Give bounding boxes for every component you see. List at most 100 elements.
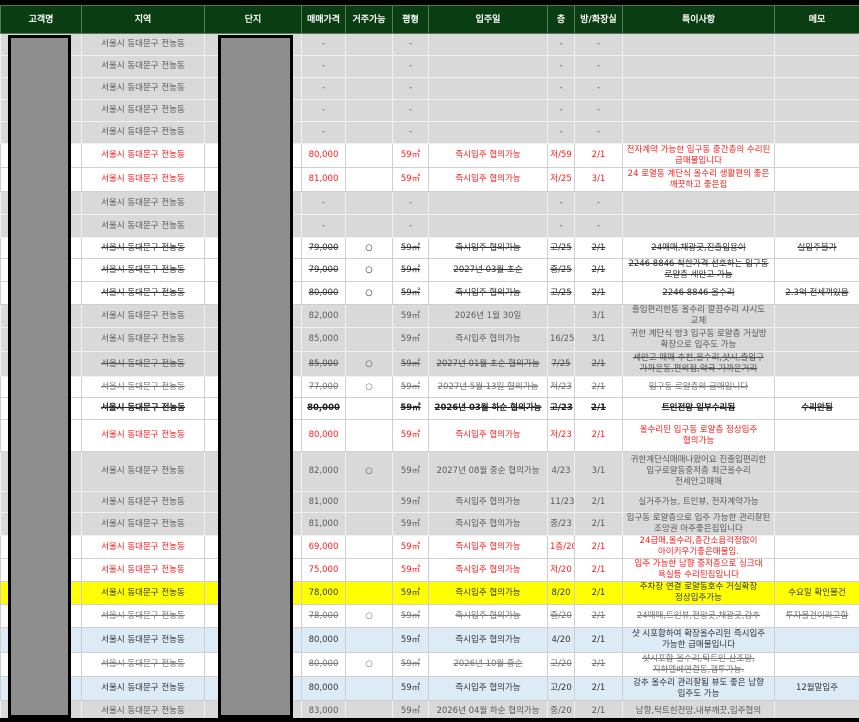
region-cell[interactable]: 서울시 동대문구 전농동 bbox=[81, 237, 205, 259]
price-cell[interactable]: 80,000 bbox=[301, 281, 346, 305]
livable-cell[interactable]: ○ bbox=[345, 604, 393, 628]
rooms-cell[interactable]: 2/1 bbox=[574, 258, 623, 282]
size-cell[interactable]: 59㎡ bbox=[392, 327, 429, 352]
livable-cell[interactable] bbox=[345, 491, 393, 513]
livable-cell[interactable]: ○ bbox=[345, 351, 393, 377]
price-cell[interactable]: 69,000 bbox=[301, 535, 346, 559]
memo-cell[interactable] bbox=[774, 535, 859, 559]
rooms-cell[interactable]: 2/1 bbox=[574, 491, 623, 513]
rooms-cell[interactable]: 2/1 bbox=[574, 351, 623, 377]
price-cell[interactable]: 81,000 bbox=[301, 491, 346, 513]
price-cell[interactable]: - bbox=[301, 121, 346, 144]
memo-cell[interactable] bbox=[774, 77, 859, 100]
rooms-cell[interactable]: 2/1 bbox=[574, 397, 623, 420]
region-cell[interactable]: 서울시 동대문구 전농동 bbox=[81, 652, 205, 677]
region-cell[interactable]: 서울시 동대문구 전농동 bbox=[81, 512, 205, 536]
price-cell[interactable]: 83,000 bbox=[301, 700, 346, 718]
floor-cell[interactable]: 저/59 bbox=[547, 143, 575, 168]
region-cell[interactable]: 서울시 동대문구 전농동 bbox=[81, 376, 205, 398]
floor-cell[interactable]: 11/23 bbox=[547, 491, 575, 513]
header-region[interactable]: 지역 bbox=[81, 5, 205, 34]
movein-cell[interactable] bbox=[428, 99, 548, 122]
livable-cell[interactable] bbox=[345, 419, 393, 452]
header-price[interactable]: 매매가격 bbox=[301, 5, 346, 34]
memo-cell[interactable] bbox=[774, 143, 859, 168]
price-cell[interactable]: - bbox=[301, 191, 346, 215]
floor-cell[interactable]: 고/25 bbox=[547, 237, 575, 259]
region-cell[interactable]: 서울시 동대문구 전농동 bbox=[81, 167, 205, 192]
size-cell[interactable]: 59㎡ bbox=[392, 558, 429, 582]
size-cell[interactable]: 59㎡ bbox=[392, 397, 429, 420]
livable-cell[interactable] bbox=[345, 143, 393, 168]
region-cell[interactable]: 서울시 동대문구 전농동 bbox=[81, 121, 205, 144]
floor-cell[interactable]: 고/20 bbox=[547, 652, 575, 677]
rooms-cell[interactable]: 2/1 bbox=[574, 535, 623, 559]
size-cell[interactable]: - bbox=[392, 191, 429, 215]
price-cell[interactable]: 85,000 bbox=[301, 327, 346, 352]
price-cell[interactable]: 85,000 bbox=[301, 351, 346, 377]
region-cell[interactable]: 서울시 동대문구 전농동 bbox=[81, 451, 205, 492]
size-cell[interactable]: - bbox=[392, 55, 429, 78]
notes-cell[interactable] bbox=[622, 33, 775, 56]
livable-cell[interactable] bbox=[345, 191, 393, 215]
floor-cell[interactable]: 중/20 bbox=[547, 604, 575, 628]
rooms-cell[interactable]: 2/1 bbox=[574, 281, 623, 305]
memo-cell[interactable] bbox=[774, 652, 859, 677]
memo-cell[interactable]: 수요일 확인물건 bbox=[774, 581, 859, 605]
movein-cell[interactable] bbox=[428, 214, 548, 238]
region-cell[interactable]: 서울시 동대문구 전농동 bbox=[81, 491, 205, 513]
memo-cell[interactable]: 수리안됨 bbox=[774, 397, 859, 420]
floor-cell[interactable] bbox=[547, 304, 575, 328]
region-cell[interactable]: 서울시 동대문구 전농동 bbox=[81, 351, 205, 377]
floor-cell[interactable]: 저/25 bbox=[547, 167, 575, 192]
livable-cell[interactable] bbox=[345, 214, 393, 238]
size-cell[interactable]: 59㎡ bbox=[392, 491, 429, 513]
movein-cell[interactable]: 즉시입주 협의가능 bbox=[428, 676, 548, 701]
notes-cell[interactable]: 세안고 매매 추천,올수리,샷시,출입구 가까운동,편의점,약국 가까운거리 bbox=[622, 351, 775, 377]
size-cell[interactable]: 59㎡ bbox=[392, 535, 429, 559]
floor-cell[interactable]: 7/25 bbox=[547, 351, 575, 377]
size-cell[interactable]: 59㎡ bbox=[392, 419, 429, 452]
region-cell[interactable]: 서울시 동대문구 전농동 bbox=[81, 419, 205, 452]
memo-cell[interactable] bbox=[774, 376, 859, 398]
header-movein[interactable]: 입주일 bbox=[428, 5, 548, 34]
livable-cell[interactable]: ○ bbox=[345, 652, 393, 677]
region-cell[interactable]: 서울시 동대문구 전농동 bbox=[81, 214, 205, 238]
header-complex[interactable]: 단지 bbox=[204, 5, 302, 34]
size-cell[interactable]: 59㎡ bbox=[392, 700, 429, 718]
price-cell[interactable]: - bbox=[301, 33, 346, 56]
price-cell[interactable]: - bbox=[301, 99, 346, 122]
price-cell[interactable]: - bbox=[301, 77, 346, 100]
memo-cell[interactable] bbox=[774, 351, 859, 377]
movein-cell[interactable] bbox=[428, 121, 548, 144]
price-cell[interactable]: - bbox=[301, 214, 346, 238]
livable-cell[interactable] bbox=[345, 627, 393, 653]
floor-cell[interactable]: 중/25 bbox=[547, 258, 575, 282]
livable-cell[interactable]: ○ bbox=[345, 451, 393, 492]
memo-cell[interactable]: 투자물건이라고함 bbox=[774, 604, 859, 628]
livable-cell[interactable] bbox=[345, 535, 393, 559]
price-cell[interactable]: - bbox=[301, 55, 346, 78]
size-cell[interactable]: - bbox=[392, 33, 429, 56]
livable-cell[interactable] bbox=[345, 397, 393, 420]
price-cell[interactable]: 80,000 bbox=[301, 143, 346, 168]
movein-cell[interactable]: 2027년 03월 초순 bbox=[428, 258, 548, 282]
memo-cell[interactable] bbox=[774, 327, 859, 352]
floor-cell[interactable]: 고/20 bbox=[547, 676, 575, 701]
memo-cell[interactable]: 12월말입주 bbox=[774, 676, 859, 701]
memo-cell[interactable] bbox=[774, 451, 859, 492]
notes-cell[interactable]: 올수리된 입구동 로얄층 정상입주 협의가능 bbox=[622, 419, 775, 452]
size-cell[interactable]: 59㎡ bbox=[392, 604, 429, 628]
floor-cell[interactable]: - bbox=[547, 55, 575, 78]
price-cell[interactable]: 80,000 bbox=[301, 652, 346, 677]
size-cell[interactable]: - bbox=[392, 77, 429, 100]
rooms-cell[interactable]: 3/1 bbox=[574, 304, 623, 328]
floor-cell[interactable]: 중/20 bbox=[547, 700, 575, 718]
rooms-cell[interactable]: - bbox=[574, 33, 623, 56]
price-cell[interactable]: 75,000 bbox=[301, 558, 346, 582]
movein-cell[interactable]: 즉시입주 협의가능 bbox=[428, 604, 548, 628]
memo-cell[interactable] bbox=[774, 304, 859, 328]
memo-cell[interactable] bbox=[774, 419, 859, 452]
livable-cell[interactable]: ○ bbox=[345, 376, 393, 398]
movein-cell[interactable]: 즉시입주 협의가능 bbox=[428, 512, 548, 536]
